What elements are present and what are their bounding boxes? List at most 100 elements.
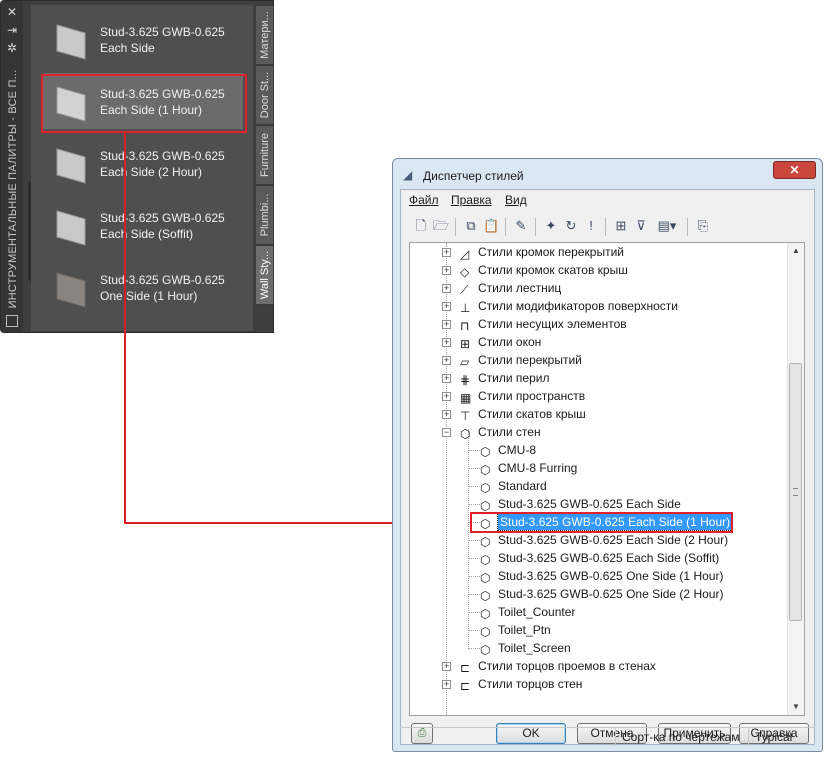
tool-palette: ✕ ⇥ ✲ ИНСТРУМЕНТАЛЬНЫЕ ПАЛИТРЫ - ВСЕ П..… xyxy=(0,0,274,333)
expand-toggle[interactable]: + xyxy=(442,662,451,671)
title-bar[interactable]: ◢ Диспетчер стилей ✕ xyxy=(393,159,822,191)
edit-style-icon[interactable]: ✎ xyxy=(513,218,529,234)
window-style-icon: ⊞ xyxy=(460,337,471,351)
pin-icon[interactable]: ⇥ xyxy=(4,23,20,37)
expand-toggle[interactable]: + xyxy=(442,302,451,311)
copy-icon[interactable]: ⧉ xyxy=(463,218,479,234)
tab-wall-styles[interactable]: Wall Sty... xyxy=(255,245,274,305)
menu-bar: Файл Правка Вид xyxy=(401,190,814,210)
wall-style-icon: ⬡ xyxy=(480,481,491,495)
toolbar-separator xyxy=(605,218,606,236)
tool-label: Stud-3.625 GWB-0.625 One Side (1 Hour) xyxy=(100,273,225,303)
tab-plumbing[interactable]: Plumbi... xyxy=(255,185,274,245)
toolbar-separator xyxy=(455,218,456,236)
tool-wall-style[interactable]: Stud-3.625 GWB-0.625 One Side (1 Hour) xyxy=(43,259,243,315)
purge-icon[interactable]: ! xyxy=(583,218,599,234)
toolbar: 🗋 🗁 ⧉ 📋 ✎ ✦ ↻ ! ⊞ ⊽ ▤▾ ⎘ xyxy=(401,214,814,240)
view-options-icon[interactable]: ▤▾ xyxy=(655,218,679,234)
palette-menu-icon[interactable] xyxy=(6,315,18,327)
dialog-body: Файл Правка Вид 🗋 🗁 ⧉ 📋 ✎ ✦ ↻ ! ⊞ ⊽ ▤▾ ⎘ xyxy=(400,189,815,745)
tool-wall-style[interactable]: Stud-3.625 GWB-0.625 Each Side xyxy=(43,11,243,67)
style-manager-dialog: ◢ Диспетчер стилей ✕ Файл Правка Вид 🗋 🗁… xyxy=(392,158,823,752)
roof-slab-style-icon: ⊤ xyxy=(460,409,471,423)
expand-toggle[interactable]: + xyxy=(442,392,451,401)
wall-style-icon xyxy=(53,23,89,61)
wall-style-icon xyxy=(53,147,89,185)
tree-line xyxy=(468,486,480,487)
wall-endcap-style-icon: ⊏ xyxy=(460,679,471,693)
tree-line xyxy=(468,429,469,647)
new-style-icon[interactable]: ✦ xyxy=(543,218,559,234)
tab-materials[interactable]: Матери... xyxy=(255,5,274,65)
open-drawing-icon[interactable]: 🗁 xyxy=(433,218,449,234)
expand-toggle[interactable]: + xyxy=(442,338,451,347)
expand-toggle[interactable]: + xyxy=(442,680,451,689)
wall-style-icon xyxy=(53,209,89,247)
set-from-icon[interactable]: ↻ xyxy=(563,218,579,234)
status-sort: Сорт-ка по чертежам xyxy=(615,728,748,746)
properties-icon[interactable]: ✲ xyxy=(4,41,20,55)
scroll-up-icon[interactable]: ▲ xyxy=(788,243,804,259)
highlight-palette-tool xyxy=(41,74,247,133)
toggle-view-icon[interactable]: ⊞ xyxy=(613,218,629,234)
tree-scrollbar[interactable]: ▲ ▼ xyxy=(787,243,804,715)
palette-content: Stud-3.625 GWB-0.625 Each Side Stud-3.625… xyxy=(31,5,253,331)
wall-style-icon: ⬡ xyxy=(480,463,491,477)
tree-line xyxy=(468,450,480,451)
dialog-title: Диспетчер стилей xyxy=(423,169,524,183)
wall-style-icon: ⬡ xyxy=(480,553,491,567)
status-bar: Сорт-ка по чертежам Typical xyxy=(400,727,815,746)
menu-file[interactable]: Файл xyxy=(409,193,439,207)
tree-line xyxy=(468,504,480,505)
tree-line xyxy=(468,594,480,595)
tree-line xyxy=(468,630,480,631)
tab-furniture[interactable]: Furniture xyxy=(255,125,274,185)
callout-line-vertical xyxy=(124,132,126,524)
expand-toggle[interactable]: + xyxy=(442,356,451,365)
tree-line xyxy=(468,612,480,613)
toolbar-separator xyxy=(687,218,688,236)
wall-style-icon: ⬡ xyxy=(480,643,491,657)
slab-style-icon: ▱ xyxy=(460,355,470,369)
wall-style-icon: ⬡ xyxy=(480,571,491,585)
collapse-toggle[interactable]: − xyxy=(442,428,451,437)
menu-edit[interactable]: Правка xyxy=(451,193,492,207)
tree-line xyxy=(468,558,480,559)
expand-toggle[interactable]: + xyxy=(442,284,451,293)
wall-style-icon: ⬡ xyxy=(480,445,491,459)
expand-toggle[interactable]: + xyxy=(442,320,451,329)
expand-toggle[interactable]: + xyxy=(442,248,451,257)
toolbar-separator xyxy=(535,218,536,236)
style-tree[interactable]: + ◿ Стили кромок перекрытий + ◇ Стили кром… xyxy=(409,242,805,716)
surface-modifier-style-icon: ⊥ xyxy=(460,301,471,315)
expand-toggle[interactable]: + xyxy=(442,266,451,275)
palette-title-strip: ✕ ⇥ ✲ ИНСТРУМЕНТАЛЬНЫЕ ПАЛИТРЫ - ВСЕ П..… xyxy=(1,1,23,332)
tool-wall-style[interactable]: Stud-3.625 GWB-0.625 Each Side (2 Hour) xyxy=(43,135,243,191)
inspect-icon[interactable]: ⎘ xyxy=(695,218,711,234)
scroll-thumb[interactable] xyxy=(789,363,802,621)
tool-wall-style[interactable]: Stud-3.625 GWB-0.625 Each Side (Soffit) xyxy=(43,197,243,253)
stair-style-icon: ⟋ xyxy=(460,283,469,297)
paste-icon[interactable]: 📋 xyxy=(483,218,499,234)
menu-view[interactable]: Вид xyxy=(505,193,527,207)
tree-line xyxy=(468,468,480,469)
tool-label: Stud-3.625 GWB-0.625 Each Side xyxy=(100,25,225,55)
tree-line xyxy=(468,576,480,577)
tree-line xyxy=(468,540,480,541)
status-style: Typical xyxy=(748,728,815,746)
tab-door-styles[interactable]: Door St... xyxy=(255,65,274,125)
close-icon[interactable]: ✕ xyxy=(4,5,20,19)
wall-style-icon: ⬡ xyxy=(480,499,491,513)
filter-icon[interactable]: ⊽ xyxy=(633,218,649,234)
wall-style-icon: ⬡ xyxy=(480,625,491,639)
new-drawing-icon[interactable]: 🗋 xyxy=(413,218,429,234)
scroll-down-icon[interactable]: ▼ xyxy=(788,699,804,715)
scroll-grip-icon xyxy=(793,488,798,496)
expand-toggle[interactable]: + xyxy=(442,374,451,383)
expand-toggle[interactable]: + xyxy=(442,410,451,419)
close-button[interactable]: ✕ xyxy=(773,161,816,179)
wall-opening-endcap-style-icon: ⊏ xyxy=(460,661,471,675)
tree-line xyxy=(446,243,447,715)
tree-line xyxy=(468,648,480,649)
railing-style-icon: ⋕ xyxy=(460,373,471,387)
